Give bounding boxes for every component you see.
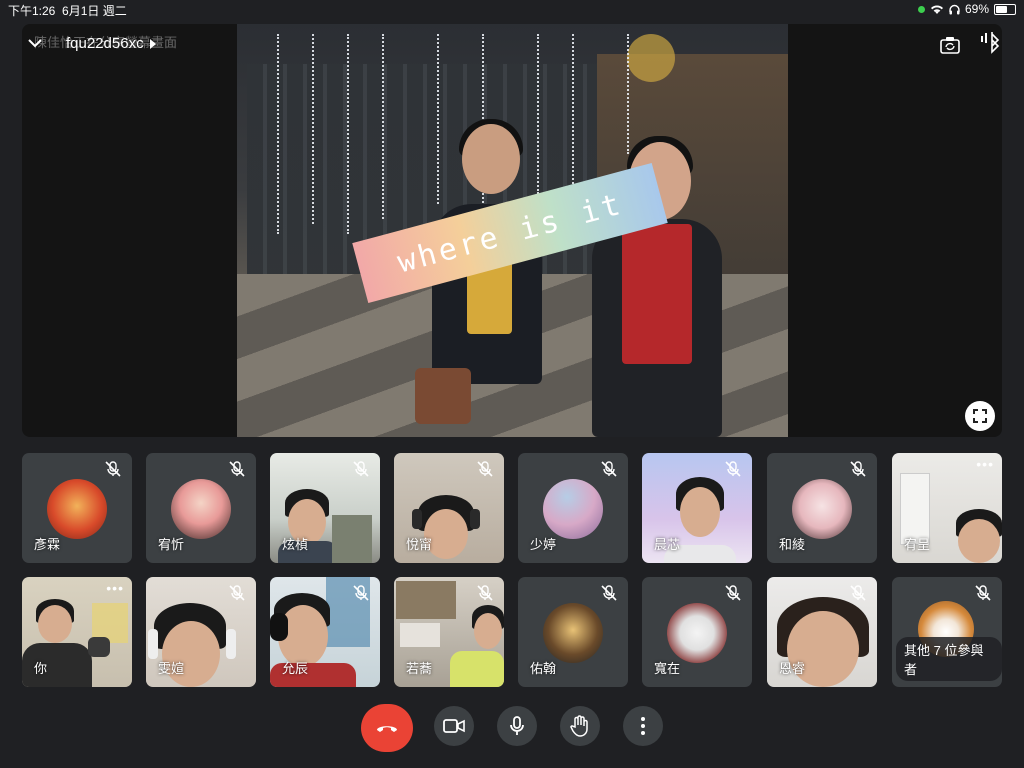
shared-photo: where is it RE <box>237 24 788 437</box>
mic-off-icon <box>353 585 369 601</box>
participant-name: 彥霖 <box>34 537 61 552</box>
mic-off-icon <box>725 461 741 477</box>
participant-tile[interactable]: 佑翰 <box>518 577 628 687</box>
participant-tile[interactable]: 若蕎 <box>394 577 504 687</box>
meeting-header: 陳佳怡正在分享螢幕畫面 fqu22d56xc <box>22 24 1002 64</box>
camera-toggle-button[interactable] <box>434 706 474 746</box>
participant-tile-self[interactable]: ••• 你 <box>22 577 132 687</box>
others-tile[interactable]: 其他 7 位參與者 <box>892 577 1002 687</box>
wifi-icon <box>930 5 943 14</box>
participant-tile[interactable]: 少婷 <box>518 453 628 563</box>
avatar <box>47 479 107 539</box>
mic-off-icon <box>850 585 866 601</box>
shared-screen: where is it RE <box>22 24 1002 437</box>
participant-tile[interactable]: 宥忻 <box>146 453 256 563</box>
battery-percent: 69% <box>964 2 989 16</box>
status-indicators: 69% <box>917 2 1016 16</box>
caret-right-icon <box>149 38 156 49</box>
microphone-toggle-button[interactable] <box>497 706 537 746</box>
more-options-button[interactable] <box>623 706 663 746</box>
meeting-code: fqu22d56xc <box>66 35 144 52</box>
meeting-code-button[interactable]: fqu22d56xc <box>66 35 156 52</box>
status-bar: 下午1:26 6月1日 週二 69% <box>0 0 1024 18</box>
participant-name: 佑翰 <box>530 661 557 676</box>
hand-icon <box>570 715 588 737</box>
participant-tile[interactable]: ••• 宥呈 <box>892 453 1002 563</box>
more-options-icon[interactable]: ••• <box>106 581 124 595</box>
participant-tile[interactable]: 悅甯 <box>394 453 504 563</box>
headphones-icon <box>949 4 960 14</box>
switch-camera-icon[interactable] <box>940 36 960 54</box>
more-options-icon[interactable]: ••• <box>976 457 994 471</box>
mic-off-icon <box>725 585 741 601</box>
mic-off-icon <box>229 585 245 601</box>
participant-name: 雯媗 <box>158 661 185 676</box>
mic-off-icon <box>850 461 866 477</box>
video-camera-icon <box>443 719 465 733</box>
participant-name: 悅甯 <box>406 537 433 552</box>
camera-in-use-icon <box>917 5 925 13</box>
participant-name: 若蕎 <box>406 661 433 676</box>
participant-tile[interactable]: 和綾 <box>767 453 877 563</box>
participant-name: 炫楨 <box>282 537 309 552</box>
participant-name: 允辰 <box>282 661 309 676</box>
battery-icon <box>994 3 1016 15</box>
call-controls <box>0 704 1024 754</box>
others-count-label: 其他 7 位參與者 <box>896 637 1002 681</box>
mic-off-icon <box>975 585 991 601</box>
participant-tile[interactable]: 允辰 <box>270 577 380 687</box>
audio-output-icon[interactable] <box>980 30 1002 54</box>
avatar <box>667 603 727 663</box>
mic-off-icon <box>105 461 121 477</box>
participant-name: 恩睿 <box>779 661 806 676</box>
avatar <box>543 479 603 539</box>
fullscreen-icon <box>973 409 987 423</box>
participant-name: 少婷 <box>530 537 557 552</box>
avatar <box>171 479 231 539</box>
participant-tile[interactable]: 寬在 <box>642 577 752 687</box>
fullscreen-button[interactable] <box>965 401 995 431</box>
participant-name: 宥忻 <box>158 537 185 552</box>
participant-tile[interactable]: 雯媗 <box>146 577 256 687</box>
participant-name: 宥呈 <box>904 537 931 552</box>
avatar <box>543 603 603 663</box>
participant-name: 和綾 <box>779 537 806 552</box>
status-time-date: 下午1:26 6月1日 週二 <box>8 2 127 19</box>
mic-off-icon <box>601 585 617 601</box>
participant-name: 晨芯 <box>654 537 681 552</box>
mic-off-icon <box>229 461 245 477</box>
chevron-down-icon[interactable] <box>26 34 44 52</box>
mic-off-icon <box>477 585 493 601</box>
more-vert-icon <box>641 717 645 735</box>
participant-name: 寬在 <box>654 661 681 676</box>
participant-tile[interactable]: 晨芯 <box>642 453 752 563</box>
participant-tile[interactable]: 恩睿 <box>767 577 877 687</box>
raise-hand-button[interactable] <box>560 706 600 746</box>
status-time: 下午1:26 <box>8 4 56 18</box>
participant-name: 你 <box>34 661 48 676</box>
participant-tile[interactable]: 彥霖 <box>22 453 132 563</box>
microphone-icon <box>510 716 524 735</box>
hang-up-icon <box>377 726 397 732</box>
participant-tile[interactable]: 炫楨 <box>270 453 380 563</box>
end-call-button[interactable] <box>361 704 413 752</box>
mic-off-icon <box>601 461 617 477</box>
mic-off-icon <box>353 461 369 477</box>
avatar <box>792 479 852 539</box>
status-date: 6月1日 週二 <box>62 4 127 18</box>
mic-off-icon <box>477 461 493 477</box>
